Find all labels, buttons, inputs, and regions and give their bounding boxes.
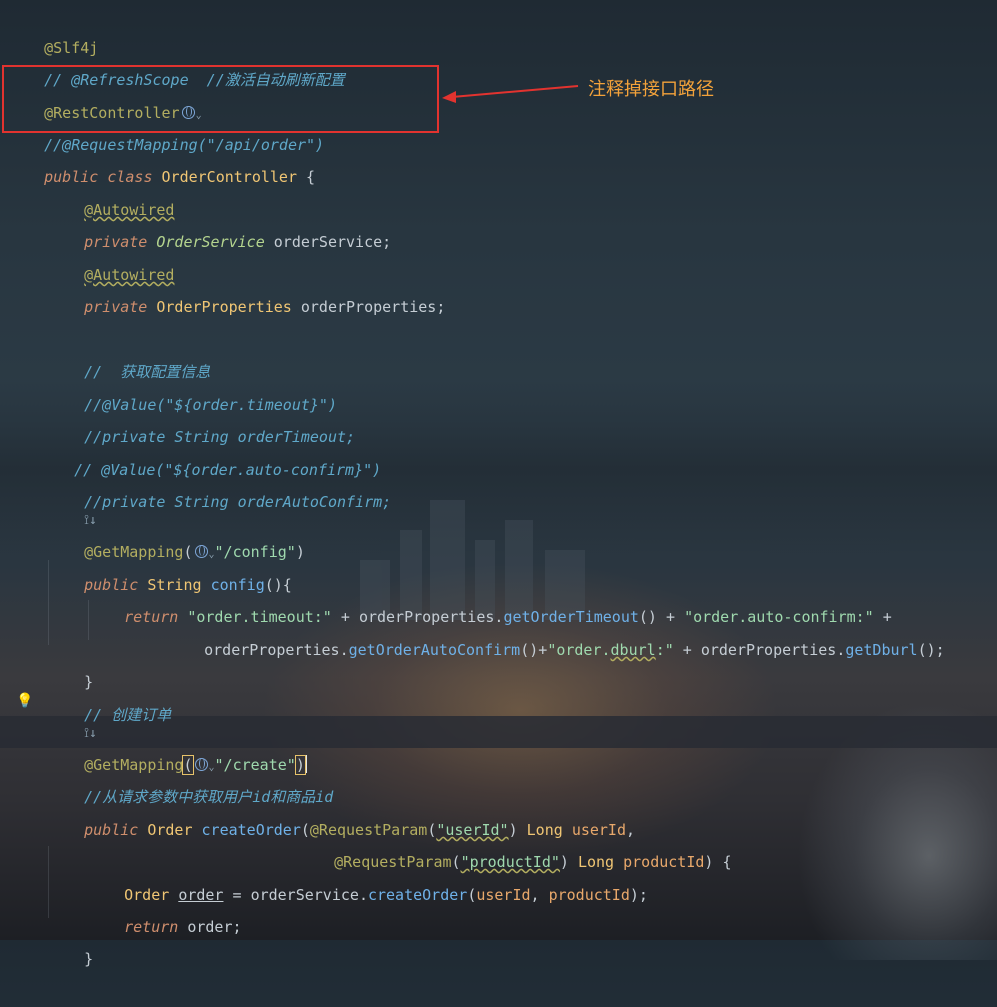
code-line-19[interactable]: return "order.timeout:" + orderPropertie…: [88, 569, 892, 626]
annotation-callout: 注释掉接口路径: [588, 79, 714, 100]
keyword-public: public: [84, 821, 139, 839]
arg-product-id: productId: [548, 886, 630, 904]
call-end: ();: [917, 641, 945, 659]
open-brace: {: [297, 168, 316, 186]
code-line-4[interactable]: //@RequestMapping("/api/order"): [8, 97, 324, 154]
code-line-18[interactable]: public String config(){: [48, 537, 292, 594]
close-brace: }: [84, 950, 94, 968]
code-line-7[interactable]: private OrderService orderService;: [48, 194, 391, 251]
code-line-23-gutter[interactable]: ⟟↓: [48, 693, 97, 741]
call-parens: ()+: [520, 641, 548, 659]
code-line-13[interactable]: //private String orderTimeout;: [48, 389, 355, 446]
code-line-3[interactable]: @RestController ⌄: [8, 65, 202, 122]
string-order-dburl-c: :": [655, 641, 674, 659]
code-line-14[interactable]: // @Value("${order.auto-confirm}"): [38, 422, 381, 479]
method-get-dburl: getDburl: [845, 641, 918, 659]
semicolon: ;: [436, 298, 446, 316]
code-line-16-gutter[interactable]: ⟟↓: [48, 480, 97, 528]
open-paren: (: [467, 886, 477, 904]
field-order-properties: orderProperties: [300, 298, 437, 316]
dot: .: [358, 886, 368, 904]
code-line-17[interactable]: @GetMapping(⌄"/config"): [48, 504, 305, 561]
code-line-11[interactable]: // 获取配置信息: [48, 324, 210, 381]
keyword-private: private: [84, 298, 148, 316]
ref-order-properties: orderProperties: [700, 641, 837, 659]
field-order-service: orderService: [273, 233, 383, 251]
ref-order-service: orderService: [250, 886, 359, 904]
code-line-25[interactable]: //从请求参数中获取用户id和商品id: [48, 749, 333, 806]
code-line-27[interactable]: @RequestParam("productId") Long productI…: [298, 814, 731, 871]
keyword-return: return: [124, 918, 179, 936]
class-name: OrderController: [161, 168, 297, 186]
code-line-15[interactable]: //private String orderAutoConfirm;: [48, 454, 391, 511]
dot: .: [339, 641, 349, 659]
code-line-6[interactable]: @Autowired: [48, 162, 174, 219]
method-create-order-call: createOrder: [367, 886, 468, 904]
code-line-26[interactable]: public Order createOrder(@RequestParam("…: [48, 782, 635, 839]
string-order-dburl-b: dburl: [610, 641, 656, 659]
close-paren: ): [295, 543, 305, 561]
code-line-2[interactable]: // @RefreshScope //激活自动刷新配置: [8, 32, 345, 89]
return-order: order;: [178, 918, 242, 936]
semicolon: ;: [382, 233, 392, 251]
comma: ,: [530, 886, 549, 904]
method-get-order-auto-confirm: getOrderAutoConfirm: [348, 641, 521, 659]
code-line-9[interactable]: private OrderProperties orderProperties;: [48, 259, 445, 316]
string-order-dburl-a: "order.: [547, 641, 611, 659]
code-line-1[interactable]: @Slf4j: [8, 0, 98, 57]
code-line-24[interactable]: @GetMapping(⌄"/create"): [48, 717, 307, 775]
code-line-21[interactable]: }: [48, 634, 93, 691]
code-line-8[interactable]: @Autowired: [48, 227, 174, 284]
code-line-20[interactable]: orderProperties.getOrderAutoConfirm()+"o…: [168, 602, 945, 659]
annotation-arrow: [442, 85, 579, 103]
code-line-5[interactable]: public class OrderController {: [8, 129, 315, 186]
lightbulb-icon[interactable]: 💡: [16, 694, 33, 708]
code-line-12[interactable]: //@Value("${order.timeout}"): [48, 357, 337, 414]
type-order: Order: [147, 821, 193, 839]
code-line-30[interactable]: }: [48, 911, 93, 968]
code-line-28[interactable]: Order order = orderService.createOrder(u…: [88, 847, 648, 904]
dot: .: [836, 641, 846, 659]
close-paren-brace: ) {: [704, 853, 732, 871]
arg-user-id: userId: [476, 886, 531, 904]
method-create-order: createOrder: [201, 821, 301, 839]
operator-plus: +: [673, 641, 701, 659]
ref-order-properties: orderProperties: [204, 641, 340, 659]
type-order-properties: OrderProperties: [156, 298, 292, 316]
code-line-29[interactable]: return order;: [88, 879, 241, 936]
call-end: );: [629, 886, 648, 904]
